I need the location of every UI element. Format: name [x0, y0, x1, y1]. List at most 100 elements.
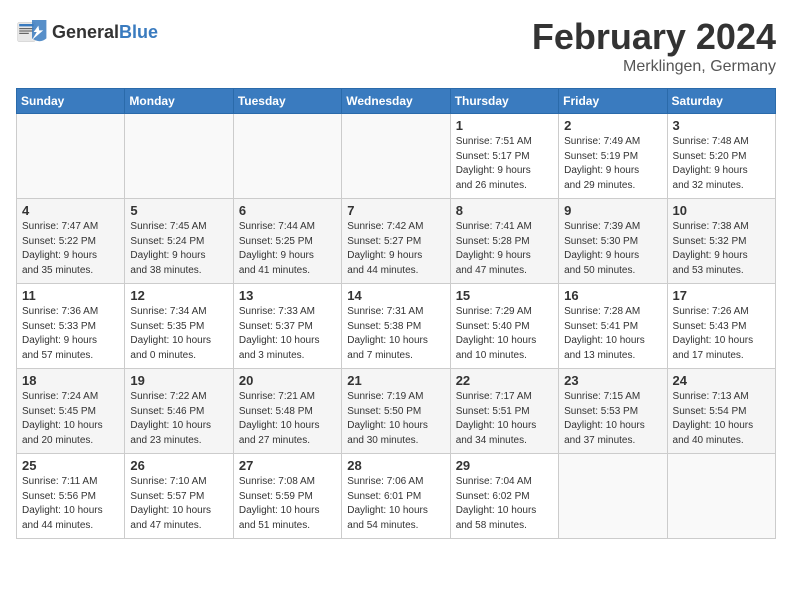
calendar-cell: 23 Sunrise: 7:15 AM Sunset: 5:53 PM Dayli… [559, 369, 667, 454]
calendar-cell: 26 Sunrise: 7:10 AM Sunset: 5:57 PM Dayli… [125, 454, 233, 539]
calendar-cell: 5 Sunrise: 7:45 AM Sunset: 5:24 PM Daylig… [125, 199, 233, 284]
day-info: Sunrise: 7:22 AM Sunset: 5:46 PM Dayligh… [130, 390, 227, 448]
calendar-cell: 19 Sunrise: 7:22 AM Sunset: 5:46 PM Dayli… [125, 369, 233, 454]
calendar-cell: 7Sunrise: 7:42 AM Sunset: 5:27 PM Daylig… [342, 199, 450, 284]
day-info: Sunrise: 7:41 AM Sunset: 5:28 PM Dayligh… [456, 220, 553, 278]
day-info: Sunrise: 7:38 AM Sunset: 5:32 PM Dayligh… [673, 220, 770, 278]
day-info: Sunrise: 7:24 AM Sunset: 5:45 PM Dayligh… [22, 390, 119, 448]
week-row-4: 25Sunrise: 7:11 AM Sunset: 5:56 PM Dayli… [17, 454, 776, 539]
day-info: Sunrise: 7:13 AM Sunset: 5:54 PM Dayligh… [673, 390, 770, 448]
day-info: Sunrise: 7:19 AM Sunset: 5:50 PM Dayligh… [347, 390, 444, 448]
location: Merklingen, Germany [532, 58, 776, 76]
weekday-header-thursday: Thursday [450, 89, 558, 114]
logo-blue: Blue [119, 22, 158, 42]
day-number: 26 [130, 458, 227, 473]
day-info: Sunrise: 7:51 AM Sunset: 5:17 PM Dayligh… [456, 135, 553, 193]
calendar-cell: 3 Sunrise: 7:48 AM Sunset: 5:20 PM Daylig… [667, 114, 775, 199]
day-info: Sunrise: 7:10 AM Sunset: 5:57 PM Dayligh… [130, 475, 227, 533]
week-row-1: 4 Sunrise: 7:47 AM Sunset: 5:22 PM Daylig… [17, 199, 776, 284]
day-number: 16 [564, 288, 661, 303]
logo-general: General [52, 22, 119, 42]
day-number: 14 [347, 288, 444, 303]
title-block: February 2024 Merklingen, Germany [532, 16, 776, 76]
month-title: February 2024 [532, 16, 776, 58]
calendar-cell: 10Sunrise: 7:38 AM Sunset: 5:32 PM Dayli… [667, 199, 775, 284]
day-info: Sunrise: 7:31 AM Sunset: 5:38 PM Dayligh… [347, 305, 444, 363]
day-number: 17 [673, 288, 770, 303]
day-number: 2 [564, 118, 661, 133]
calendar-cell: 17Sunrise: 7:26 AM Sunset: 5:43 PM Dayli… [667, 284, 775, 369]
weekday-header-tuesday: Tuesday [233, 89, 341, 114]
calendar-cell: 28 Sunrise: 7:06 AM Sunset: 6:01 PM Dayli… [342, 454, 450, 539]
day-number: 3 [673, 118, 770, 133]
day-number: 12 [130, 288, 227, 303]
weekday-header-sunday: Sunday [17, 89, 125, 114]
day-info: Sunrise: 7:45 AM Sunset: 5:24 PM Dayligh… [130, 220, 227, 278]
day-info: Sunrise: 7:29 AM Sunset: 5:40 PM Dayligh… [456, 305, 553, 363]
week-row-3: 18 Sunrise: 7:24 AM Sunset: 5:45 PM Dayli… [17, 369, 776, 454]
calendar-cell: 21 Sunrise: 7:19 AM Sunset: 5:50 PM Dayli… [342, 369, 450, 454]
calendar-cell: 11 Sunrise: 7:36 AM Sunset: 5:33 PM Dayli… [17, 284, 125, 369]
day-info: Sunrise: 7:47 AM Sunset: 5:22 PM Dayligh… [22, 220, 119, 278]
calendar-cell: 22 Sunrise: 7:17 AM Sunset: 5:51 PM Dayli… [450, 369, 558, 454]
calendar-cell: 12 Sunrise: 7:34 AM Sunset: 5:35 PM Dayli… [125, 284, 233, 369]
calendar-body: 1 Sunrise: 7:51 AM Sunset: 5:17 PM Daylig… [17, 114, 776, 539]
logo-text: GeneralBlue [52, 22, 158, 43]
day-number: 13 [239, 288, 336, 303]
day-number: 11 [22, 288, 119, 303]
calendar-cell: 16 Sunrise: 7:28 AM Sunset: 5:41 PM Dayli… [559, 284, 667, 369]
page-header: GeneralBlue February 2024 Merklingen, Ge… [16, 16, 776, 76]
logo-icon [16, 16, 48, 48]
day-info: Sunrise: 7:04 AM Sunset: 6:02 PM Dayligh… [456, 475, 553, 533]
day-number: 18 [22, 373, 119, 388]
calendar-cell [17, 114, 125, 199]
day-info: Sunrise: 7:21 AM Sunset: 5:48 PM Dayligh… [239, 390, 336, 448]
day-info: Sunrise: 7:49 AM Sunset: 5:19 PM Dayligh… [564, 135, 661, 193]
day-number: 15 [456, 288, 553, 303]
calendar-cell [667, 454, 775, 539]
day-number: 22 [456, 373, 553, 388]
calendar-cell: 25Sunrise: 7:11 AM Sunset: 5:56 PM Dayli… [17, 454, 125, 539]
weekday-row: SundayMondayTuesdayWednesdayThursdayFrid… [17, 89, 776, 114]
day-info: Sunrise: 7:28 AM Sunset: 5:41 PM Dayligh… [564, 305, 661, 363]
logo: GeneralBlue [16, 16, 158, 48]
calendar-cell: 24 Sunrise: 7:13 AM Sunset: 5:54 PM Dayli… [667, 369, 775, 454]
day-number: 8 [456, 203, 553, 218]
day-number: 20 [239, 373, 336, 388]
day-number: 21 [347, 373, 444, 388]
calendar-cell: 8 Sunrise: 7:41 AM Sunset: 5:28 PM Daylig… [450, 199, 558, 284]
day-number: 27 [239, 458, 336, 473]
calendar-cell: 14 Sunrise: 7:31 AM Sunset: 5:38 PM Dayli… [342, 284, 450, 369]
calendar-cell [233, 114, 341, 199]
day-number: 6 [239, 203, 336, 218]
day-info: Sunrise: 7:15 AM Sunset: 5:53 PM Dayligh… [564, 390, 661, 448]
day-number: 25 [22, 458, 119, 473]
day-number: 28 [347, 458, 444, 473]
calendar-cell: 18 Sunrise: 7:24 AM Sunset: 5:45 PM Dayli… [17, 369, 125, 454]
day-info: Sunrise: 7:08 AM Sunset: 5:59 PM Dayligh… [239, 475, 336, 533]
week-row-0: 1 Sunrise: 7:51 AM Sunset: 5:17 PM Daylig… [17, 114, 776, 199]
calendar-cell: 6Sunrise: 7:44 AM Sunset: 5:25 PM Daylig… [233, 199, 341, 284]
day-number: 29 [456, 458, 553, 473]
day-info: Sunrise: 7:36 AM Sunset: 5:33 PM Dayligh… [22, 305, 119, 363]
day-number: 19 [130, 373, 227, 388]
day-number: 9 [564, 203, 661, 218]
day-number: 5 [130, 203, 227, 218]
calendar-cell: 9Sunrise: 7:39 AM Sunset: 5:30 PM Daylig… [559, 199, 667, 284]
day-info: Sunrise: 7:33 AM Sunset: 5:37 PM Dayligh… [239, 305, 336, 363]
day-info: Sunrise: 7:06 AM Sunset: 6:01 PM Dayligh… [347, 475, 444, 533]
calendar-cell [342, 114, 450, 199]
day-info: Sunrise: 7:48 AM Sunset: 5:20 PM Dayligh… [673, 135, 770, 193]
day-number: 1 [456, 118, 553, 133]
day-info: Sunrise: 7:34 AM Sunset: 5:35 PM Dayligh… [130, 305, 227, 363]
calendar-table: SundayMondayTuesdayWednesdayThursdayFrid… [16, 88, 776, 539]
day-number: 4 [22, 203, 119, 218]
day-info: Sunrise: 7:17 AM Sunset: 5:51 PM Dayligh… [456, 390, 553, 448]
calendar-cell: 29 Sunrise: 7:04 AM Sunset: 6:02 PM Dayli… [450, 454, 558, 539]
weekday-header-monday: Monday [125, 89, 233, 114]
calendar-cell [559, 454, 667, 539]
day-number: 23 [564, 373, 661, 388]
calendar-cell: 1 Sunrise: 7:51 AM Sunset: 5:17 PM Daylig… [450, 114, 558, 199]
day-number: 24 [673, 373, 770, 388]
day-info: Sunrise: 7:42 AM Sunset: 5:27 PM Dayligh… [347, 220, 444, 278]
